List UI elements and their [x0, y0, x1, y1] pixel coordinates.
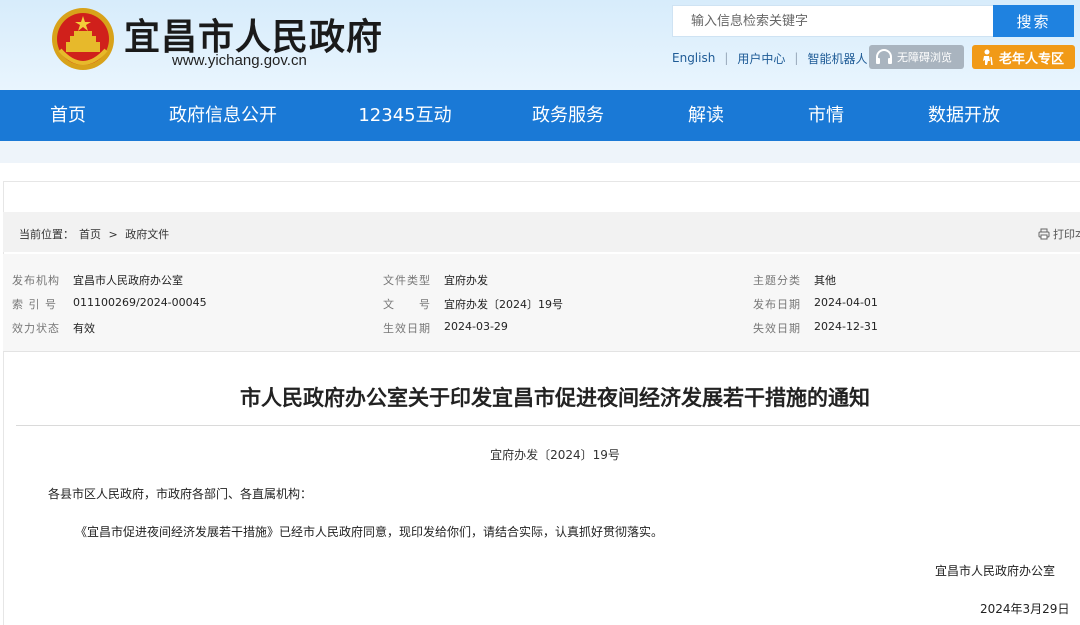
elder-person-icon: [983, 49, 993, 65]
nav-item-home[interactable]: 首页: [38, 90, 98, 141]
nav-item-open-data[interactable]: 数据开放: [918, 90, 1010, 141]
link-user-center[interactable]: 用户中心: [737, 50, 785, 67]
document-body: 《宜昌市促进夜间经济发展若干措施》已经市人民政府同意，现印发给你们，请结合实际，…: [75, 525, 664, 539]
print-label: 打印本页: [1053, 228, 1080, 241]
meta-value-topic: 其他: [814, 274, 836, 287]
link-english[interactable]: English: [672, 51, 715, 65]
breadcrumb: 当前位置： 首页 > 政府文件 打印本页: [3, 212, 1080, 252]
top-links: English | 用户中心 | 智能机器人: [672, 48, 867, 68]
meta-value-status: 有效: [73, 322, 95, 335]
national-emblem-icon: [52, 8, 114, 70]
site-header: 宜昌市人民政府 www.yichang.gov.cn 搜索 English | …: [0, 0, 1080, 90]
link-separator: |: [724, 51, 729, 65]
nav-item-gov-services[interactable]: 政务服务: [522, 90, 614, 141]
elder-zone-button[interactable]: 老年人专区: [972, 45, 1075, 69]
meta-value-doc-number: 宜府办发〔2024〕19号: [444, 298, 563, 311]
meta-key-doc-number: 文 号: [383, 298, 431, 311]
meta-key-index: 索 引 号: [12, 298, 57, 311]
meta-key-effective-date: 生效日期: [383, 322, 431, 335]
accessibility-label: 无障碍浏览: [897, 51, 952, 64]
site-url: www.yichang.gov.cn: [172, 52, 307, 69]
elder-zone-label: 老年人专区: [999, 51, 1065, 67]
main-nav: 首页 政府信息公开 12345互动 政务服务 解读 市情 数据开放: [0, 90, 1080, 141]
breadcrumb-path: 首页 > 政府文件: [79, 226, 173, 242]
meta-value-issuer: 宜昌市人民政府办公室: [73, 274, 183, 287]
meta-value-effective-date: 2024-03-29: [444, 320, 508, 333]
nav-item-interpretation[interactable]: 解读: [678, 90, 734, 141]
meta-key-topic: 主题分类: [753, 274, 801, 287]
nav-shadow-band: [0, 141, 1080, 163]
meta-key-publish-date: 发布日期: [753, 298, 801, 311]
nav-item-city-info[interactable]: 市情: [798, 90, 854, 141]
meta-value-publish-date: 2024-04-01: [814, 296, 878, 309]
document-metadata: 发布机构 宜昌市人民政府办公室 文件类型 宜府办发 主题分类 其他 索 引 号 …: [3, 254, 1080, 352]
nav-item-info-disclosure[interactable]: 政府信息公开: [160, 90, 286, 141]
search-box: [672, 5, 994, 37]
breadcrumb-current[interactable]: 政府文件: [125, 228, 169, 241]
search-input[interactable]: [673, 6, 993, 36]
meta-value-index: 011100269/2024-00045: [73, 296, 207, 309]
breadcrumb-label: 当前位置：: [19, 228, 74, 241]
meta-key-issuer: 发布机构: [12, 274, 60, 287]
document-recipients: 各县市区人民政府，市政府各部门、各直属机构：: [48, 487, 313, 501]
meta-key-doc-type: 文件类型: [383, 274, 431, 287]
link-separator: |: [794, 51, 799, 65]
document-date: 2024年3月29日: [980, 602, 1070, 616]
print-button[interactable]: 打印本页: [1038, 226, 1080, 242]
nav-item-12345[interactable]: 12345互动: [350, 90, 460, 141]
meta-value-expiry-date: 2024-12-31: [814, 320, 878, 333]
breadcrumb-separator: >: [108, 228, 118, 241]
meta-key-status: 效力状态: [12, 322, 60, 335]
search-button[interactable]: 搜索: [993, 5, 1074, 37]
title-divider: [16, 425, 1080, 426]
document-signature: 宜昌市人民政府办公室: [935, 564, 1056, 578]
document-title: 市人民政府办公室关于印发宜昌市促进夜间经济发展若干措施的通知: [240, 386, 870, 410]
document-number: 宜府办发〔2024〕19号: [490, 448, 620, 462]
meta-value-doc-type: 宜府办发: [444, 274, 488, 287]
link-robot[interactable]: 智能机器人: [807, 50, 867, 67]
breadcrumb-home[interactable]: 首页: [79, 228, 101, 241]
headphones-icon: [876, 49, 892, 64]
printer-icon: [1038, 228, 1050, 240]
meta-key-expiry-date: 失效日期: [753, 322, 801, 335]
accessibility-button[interactable]: 无障碍浏览: [869, 45, 964, 69]
